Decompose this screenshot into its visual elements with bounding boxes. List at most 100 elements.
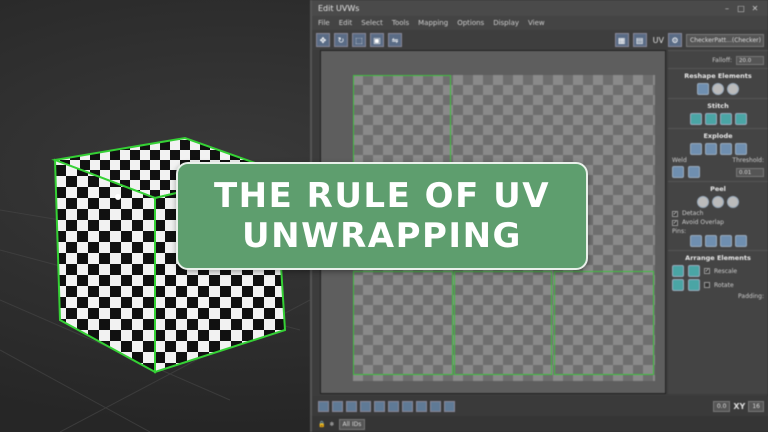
stitch-heading: Stitch [707, 102, 729, 110]
vertex-select-icon[interactable] [318, 400, 329, 412]
peel-heading: Peel [710, 185, 726, 193]
grid-icon[interactable]: ▤ [632, 33, 647, 47]
explode-section: Explode Weld Threshold: 0.01 [668, 128, 768, 181]
rescale-label: Rescale [714, 267, 738, 275]
material-ids-dropdown[interactable]: All IDs [338, 418, 366, 430]
uv-shell[interactable] [353, 75, 451, 171]
paint-select-icon[interactable] [430, 400, 441, 412]
minimize-icon[interactable]: – [720, 4, 734, 13]
stitch-tools [672, 113, 764, 125]
close-icon[interactable]: ✕ [748, 4, 762, 13]
weld-all-icon[interactable] [688, 166, 700, 178]
menu-select[interactable]: Select [361, 19, 383, 27]
pack-together-icon[interactable] [672, 279, 684, 291]
title-card: THE RULE OF UV UNWRAPPING [176, 162, 588, 270]
title-line-1: THE RULE OF UV [213, 176, 551, 216]
peel-mode-icon[interactable] [712, 196, 724, 208]
rotate-checkbox[interactable] [704, 282, 710, 288]
arrange-section: Arrange Elements ✓ Rescale Rotate Paddin… [668, 250, 768, 303]
pins-label: Pins: [672, 228, 687, 235]
bottom-toolbar: 0.0 XY 16 [312, 396, 768, 416]
menu-bar: File Edit Select Tools Mapping Options D… [312, 16, 768, 30]
avoid-overlap-row: ✓ Avoid Overlap [672, 219, 764, 226]
stitch-custom-icon[interactable] [734, 113, 747, 125]
reshape-tools [672, 83, 764, 95]
shrink-icon[interactable] [388, 400, 399, 412]
mirror-icon[interactable]: ⇋ [388, 33, 402, 47]
face-select-icon[interactable] [346, 400, 357, 412]
detach-row: ✓ Detach [672, 210, 764, 217]
uv-shell[interactable] [353, 271, 453, 375]
detach-checkbox[interactable]: ✓ [672, 210, 678, 217]
rotate-icon[interactable]: ↻ [334, 33, 348, 47]
edge-select-icon[interactable] [332, 400, 343, 412]
snowflake-icon[interactable]: ❄ [329, 421, 334, 428]
menu-mapping[interactable]: Mapping [418, 19, 448, 27]
straighten-icon[interactable] [697, 83, 709, 95]
menu-tools[interactable]: Tools [392, 19, 409, 27]
weld-row: Weld Threshold: [672, 157, 764, 164]
stitch-target-icon[interactable] [689, 113, 702, 125]
move-icon[interactable]: ✥ [316, 33, 330, 47]
pin-tools [672, 235, 764, 247]
window-title: Edit UVWs [318, 3, 360, 13]
texture-dropdown[interactable]: CheckerPatt...(Checker) [686, 33, 764, 47]
reshape-heading: Reshape Elements [684, 72, 752, 80]
menu-file[interactable]: File [318, 19, 330, 27]
peel-tools [672, 196, 764, 208]
select-pins-icon[interactable] [734, 235, 747, 247]
weld-selected-icon[interactable] [672, 166, 684, 178]
title-line-2: UNWRAPPING [242, 216, 522, 256]
pack-recursive-icon[interactable] [688, 279, 700, 291]
uv-shell[interactable] [454, 271, 552, 375]
relax-icon[interactable] [712, 83, 724, 95]
menu-edit[interactable]: Edit [339, 19, 353, 27]
value-field[interactable]: 0.0 [712, 400, 731, 412]
explode-heading: Explode [703, 132, 733, 140]
menu-view[interactable]: View [528, 19, 545, 27]
brush-icon[interactable] [444, 400, 455, 412]
pin-icon[interactable] [689, 235, 702, 247]
lock-icon[interactable]: 🔒 [318, 421, 325, 428]
break-icon[interactable] [689, 143, 702, 155]
stitch-section: Stitch [668, 98, 768, 128]
quick-peel-icon[interactable] [697, 196, 709, 208]
unpin-icon[interactable] [704, 235, 717, 247]
checker-toggle-icon[interactable]: ▦ [614, 33, 629, 47]
auto-pin-icon[interactable] [719, 235, 732, 247]
pack-normalize-icon[interactable] [688, 265, 700, 277]
zoom-field[interactable]: 16 [748, 400, 764, 412]
rotate-row: Rotate [672, 279, 764, 291]
freeform-icon[interactable]: ▣ [370, 33, 384, 47]
threshold-field[interactable]: 0.01 [736, 167, 764, 177]
rotate-label: Rotate [714, 281, 734, 289]
loop-icon[interactable] [416, 400, 427, 412]
material-id-icon[interactable] [734, 143, 747, 155]
uv-label: UV [652, 35, 664, 45]
peel-section: Peel ✓ Detach ✓ Avoid Overlap Pins: [668, 181, 768, 250]
vertex-dot [115, 194, 121, 200]
element-select-icon[interactable] [360, 400, 371, 412]
avoid-overlap-label: Avoid Overlap [682, 219, 724, 226]
avoid-overlap-checkbox[interactable]: ✓ [672, 219, 678, 226]
menu-options[interactable]: Options [457, 19, 484, 27]
smoothing-icon[interactable] [719, 143, 732, 155]
falloff-field[interactable]: 20.0 [736, 56, 764, 65]
maximize-icon[interactable]: □ [734, 4, 748, 13]
cube-left-face [53, 158, 156, 374]
ring-icon[interactable] [402, 400, 413, 412]
arrange-heading: Arrange Elements [685, 254, 751, 262]
reset-peel-icon[interactable] [727, 196, 739, 208]
pack-custom-icon[interactable] [672, 265, 684, 277]
flatten-icon[interactable] [704, 143, 717, 155]
relax-settings-icon[interactable] [727, 83, 739, 95]
stitch-average-icon[interactable] [704, 113, 717, 125]
padding-label: Padding: [738, 293, 764, 300]
grow-icon[interactable] [374, 400, 385, 412]
menu-display[interactable]: Display [493, 19, 519, 27]
stitch-source-icon[interactable] [719, 113, 732, 125]
settings-icon[interactable]: ⚙ [668, 33, 682, 47]
scale-icon[interactable]: ⬚ [352, 33, 366, 47]
rescale-checkbox[interactable]: ✓ [704, 268, 710, 274]
uv-shell[interactable] [554, 271, 654, 375]
